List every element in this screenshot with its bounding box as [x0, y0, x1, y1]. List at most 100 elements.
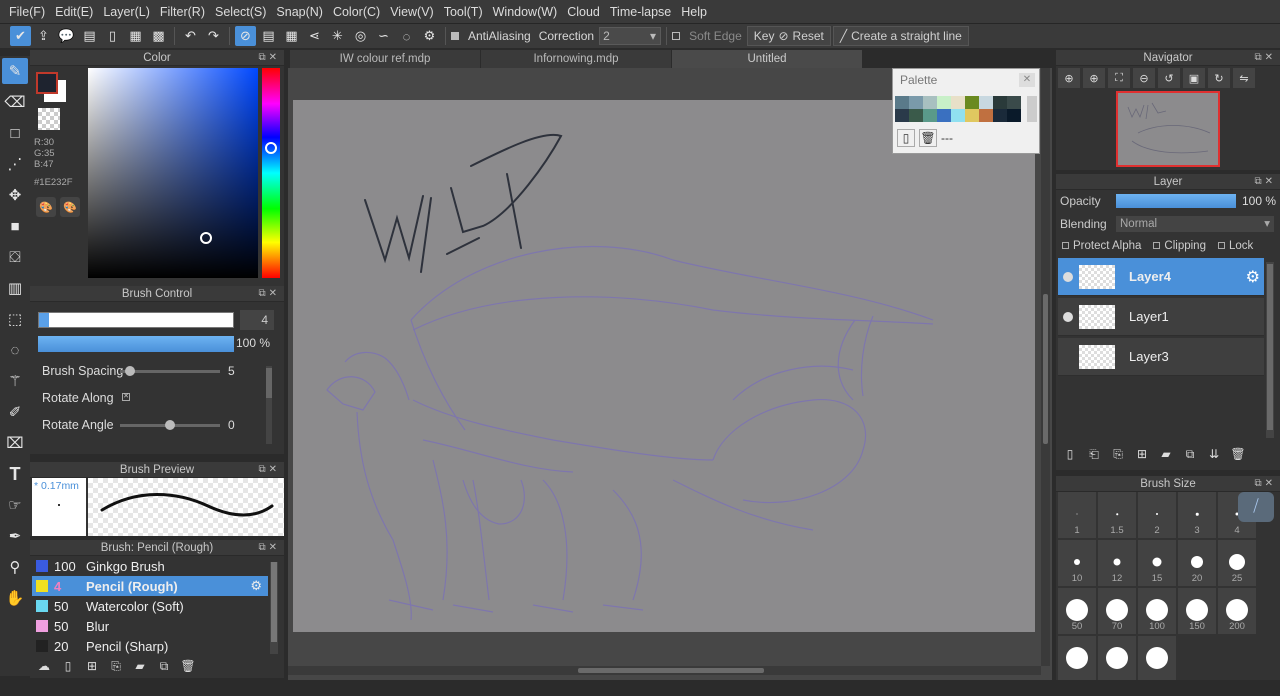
new-8bit-layer-icon[interactable]: ⎗ — [1084, 444, 1104, 464]
layer-row[interactable]: Layer4 ⚙ — [1058, 258, 1264, 296]
brush-size-cell[interactable]: 50 — [1058, 588, 1097, 635]
palette-scrollbar[interactable] — [1027, 96, 1037, 122]
panel-float-close-icon[interactable]: ⧉✕ — [258, 540, 280, 556]
menu-cloud[interactable]: Cloud — [562, 5, 605, 19]
panel-float-close-icon[interactable]: ⧉✕ — [1254, 476, 1276, 492]
brush-size-cell[interactable]: 25 — [1218, 540, 1257, 587]
menu-color[interactable]: Color(C) — [328, 5, 385, 19]
brush-list-item[interactable]: 50 Blur — [32, 616, 268, 636]
navigator-thumbnail[interactable] — [1116, 91, 1220, 167]
undo-icon[interactable]: ↶ — [180, 26, 201, 46]
new-folder-icon[interactable]: ▰ — [1156, 444, 1176, 464]
merge-down-icon[interactable]: ⇊ — [1204, 444, 1224, 464]
brush-spacing-slider[interactable] — [120, 366, 220, 376]
blending-select[interactable]: Normal ▾ — [1116, 216, 1274, 232]
tab-iw-colour-ref[interactable]: IW colour ref.mdp — [290, 50, 480, 68]
brush-size-cell[interactable]: 1 — [1058, 492, 1097, 539]
palette-mode-icon[interactable]: 🎨 — [36, 197, 56, 217]
slider-knob[interactable] — [165, 420, 175, 430]
select-pen-tool-icon[interactable]: ✐ — [2, 399, 28, 425]
tab-untitled[interactable]: Untitled — [672, 50, 862, 68]
comment-icon[interactable]: 💬 — [56, 26, 77, 46]
palette-swatch[interactable] — [923, 109, 937, 122]
panel-float-close-icon[interactable]: ⧉✕ — [258, 50, 280, 66]
brush-size-cell[interactable]: 10 — [1058, 540, 1097, 587]
brush-list-item[interactable]: 20 Pencil (Sharp) — [32, 636, 268, 656]
brush-size-cell[interactable]: 1.5 — [1098, 492, 1137, 539]
palette-swatch[interactable] — [1007, 109, 1021, 122]
clipping-option[interactable]: Clipping — [1153, 240, 1206, 252]
brush-size-cell[interactable]: 12 — [1098, 540, 1137, 587]
foreground-color-swatch[interactable] — [36, 72, 58, 94]
panel-float-close-icon[interactable]: ⧉✕ — [1254, 50, 1276, 66]
snap-radial-icon[interactable]: ✳ — [327, 26, 348, 46]
snap-parallel-icon[interactable]: ▤ — [258, 26, 279, 46]
palette-swatch[interactable] — [993, 96, 1007, 109]
soft-edge-checkbox[interactable] — [672, 32, 681, 40]
brush-folder-icon[interactable]: ▰ — [130, 656, 150, 676]
brush-delete-icon[interactable]: 🗑 — [178, 656, 198, 676]
document-icon[interactable]: ▯ — [102, 26, 123, 46]
palette-swatch[interactable] — [965, 109, 979, 122]
panel-float-close-icon[interactable]: ⧉✕ — [1254, 174, 1276, 190]
palette-swatch[interactable] — [1007, 96, 1021, 109]
fit-screen-icon[interactable]: ⛶ — [1108, 68, 1130, 88]
eraser-tool-icon[interactable]: ⌫ — [2, 89, 28, 115]
protect-alpha-option[interactable]: Protect Alpha — [1062, 240, 1141, 252]
export-icon[interactable]: ⇪ — [33, 26, 54, 46]
add-brush-icon[interactable]: ⊞ — [82, 656, 102, 676]
new-1bit-layer-icon[interactable]: ⎘ — [1108, 444, 1128, 464]
canvas-workspace[interactable] — [288, 68, 1052, 680]
menu-tool[interactable]: Tool(T) — [439, 5, 488, 19]
brush-size-cell[interactable] — [1098, 636, 1137, 683]
panel-float-close-icon[interactable]: ⧉✕ — [258, 462, 280, 478]
straight-line-button[interactable]: ╱ Create a straight line — [832, 26, 969, 46]
select-eraser-tool-icon[interactable]: ⌧ — [2, 430, 28, 456]
gradient-tool-icon[interactable]: ▥ — [2, 275, 28, 301]
palette-swatch[interactable] — [895, 109, 909, 122]
chat-icon[interactable]: ▤ — [79, 26, 100, 46]
canvas-vertical-scrollbar[interactable] — [1041, 68, 1050, 666]
palette-swatch[interactable] — [937, 109, 951, 122]
brush-cloud-icon[interactable]: ☁ — [34, 656, 54, 676]
text-tool-icon[interactable]: T — [2, 461, 28, 487]
brush-copy-icon[interactable]: ⎘ — [106, 656, 126, 676]
dot-brush-tool-icon[interactable]: ⋰ — [2, 151, 28, 177]
palette-swatch[interactable] — [993, 109, 1007, 122]
layer-row[interactable]: Layer3 — [1058, 338, 1264, 376]
eyedropper-tool-icon[interactable]: ⚲ — [2, 554, 28, 580]
hand-tool-icon[interactable]: ✋ — [2, 585, 28, 611]
tiles-icon[interactable]: ▩ — [148, 26, 169, 46]
brush-list-item[interactable]: 100 Ginkgo Brush — [32, 556, 268, 576]
palette-swatch[interactable] — [895, 96, 909, 109]
select-rect-tool-icon[interactable]: ⬚ — [2, 306, 28, 332]
magic-wand-tool-icon[interactable]: ⚚ — [2, 368, 28, 394]
visibility-eye-icon[interactable] — [1063, 352, 1073, 362]
brush-size-cell[interactable] — [1058, 636, 1097, 683]
brush-size-cell[interactable]: 2 — [1138, 492, 1177, 539]
checkbox[interactable] — [1062, 242, 1069, 249]
menu-view[interactable]: View(V) — [385, 5, 439, 19]
delete-layer-icon[interactable]: 🗑 — [1228, 444, 1248, 464]
snap-settings-icon[interactable]: ⚙ — [419, 26, 440, 46]
bucket-tool-icon[interactable]: ⛋ — [2, 244, 28, 270]
lasso-tool-icon[interactable]: ◌ — [2, 337, 28, 363]
rotate-angle-slider[interactable] — [120, 420, 220, 430]
brush-size-cell[interactable]: 100 — [1138, 588, 1177, 635]
transparent-color-swatch[interactable] — [38, 108, 60, 130]
layer-opacity-slider[interactable] — [1116, 194, 1236, 208]
gear-icon[interactable]: ⚙ — [250, 578, 262, 594]
snap-grid-icon[interactable]: ▦ — [281, 26, 302, 46]
redo-icon[interactable]: ↷ — [203, 26, 224, 46]
brush-list-scrollbar[interactable] — [270, 562, 278, 654]
brush-size-cell[interactable]: 3 — [1178, 492, 1217, 539]
pen-tool-icon[interactable]: ✒ — [2, 523, 28, 549]
rotate-right-icon[interactable]: ↻ — [1208, 68, 1230, 88]
checkbox[interactable] — [1217, 242, 1225, 249]
brush-size-cell[interactable]: 200 — [1218, 588, 1257, 635]
menu-edit[interactable]: Edit(E) — [50, 5, 98, 19]
hue-cursor[interactable] — [265, 142, 277, 154]
brush-size-value[interactable]: 4 — [240, 310, 274, 330]
snap-circle-icon[interactable]: ◎ — [350, 26, 371, 46]
visibility-eye-icon[interactable] — [1063, 271, 1073, 282]
